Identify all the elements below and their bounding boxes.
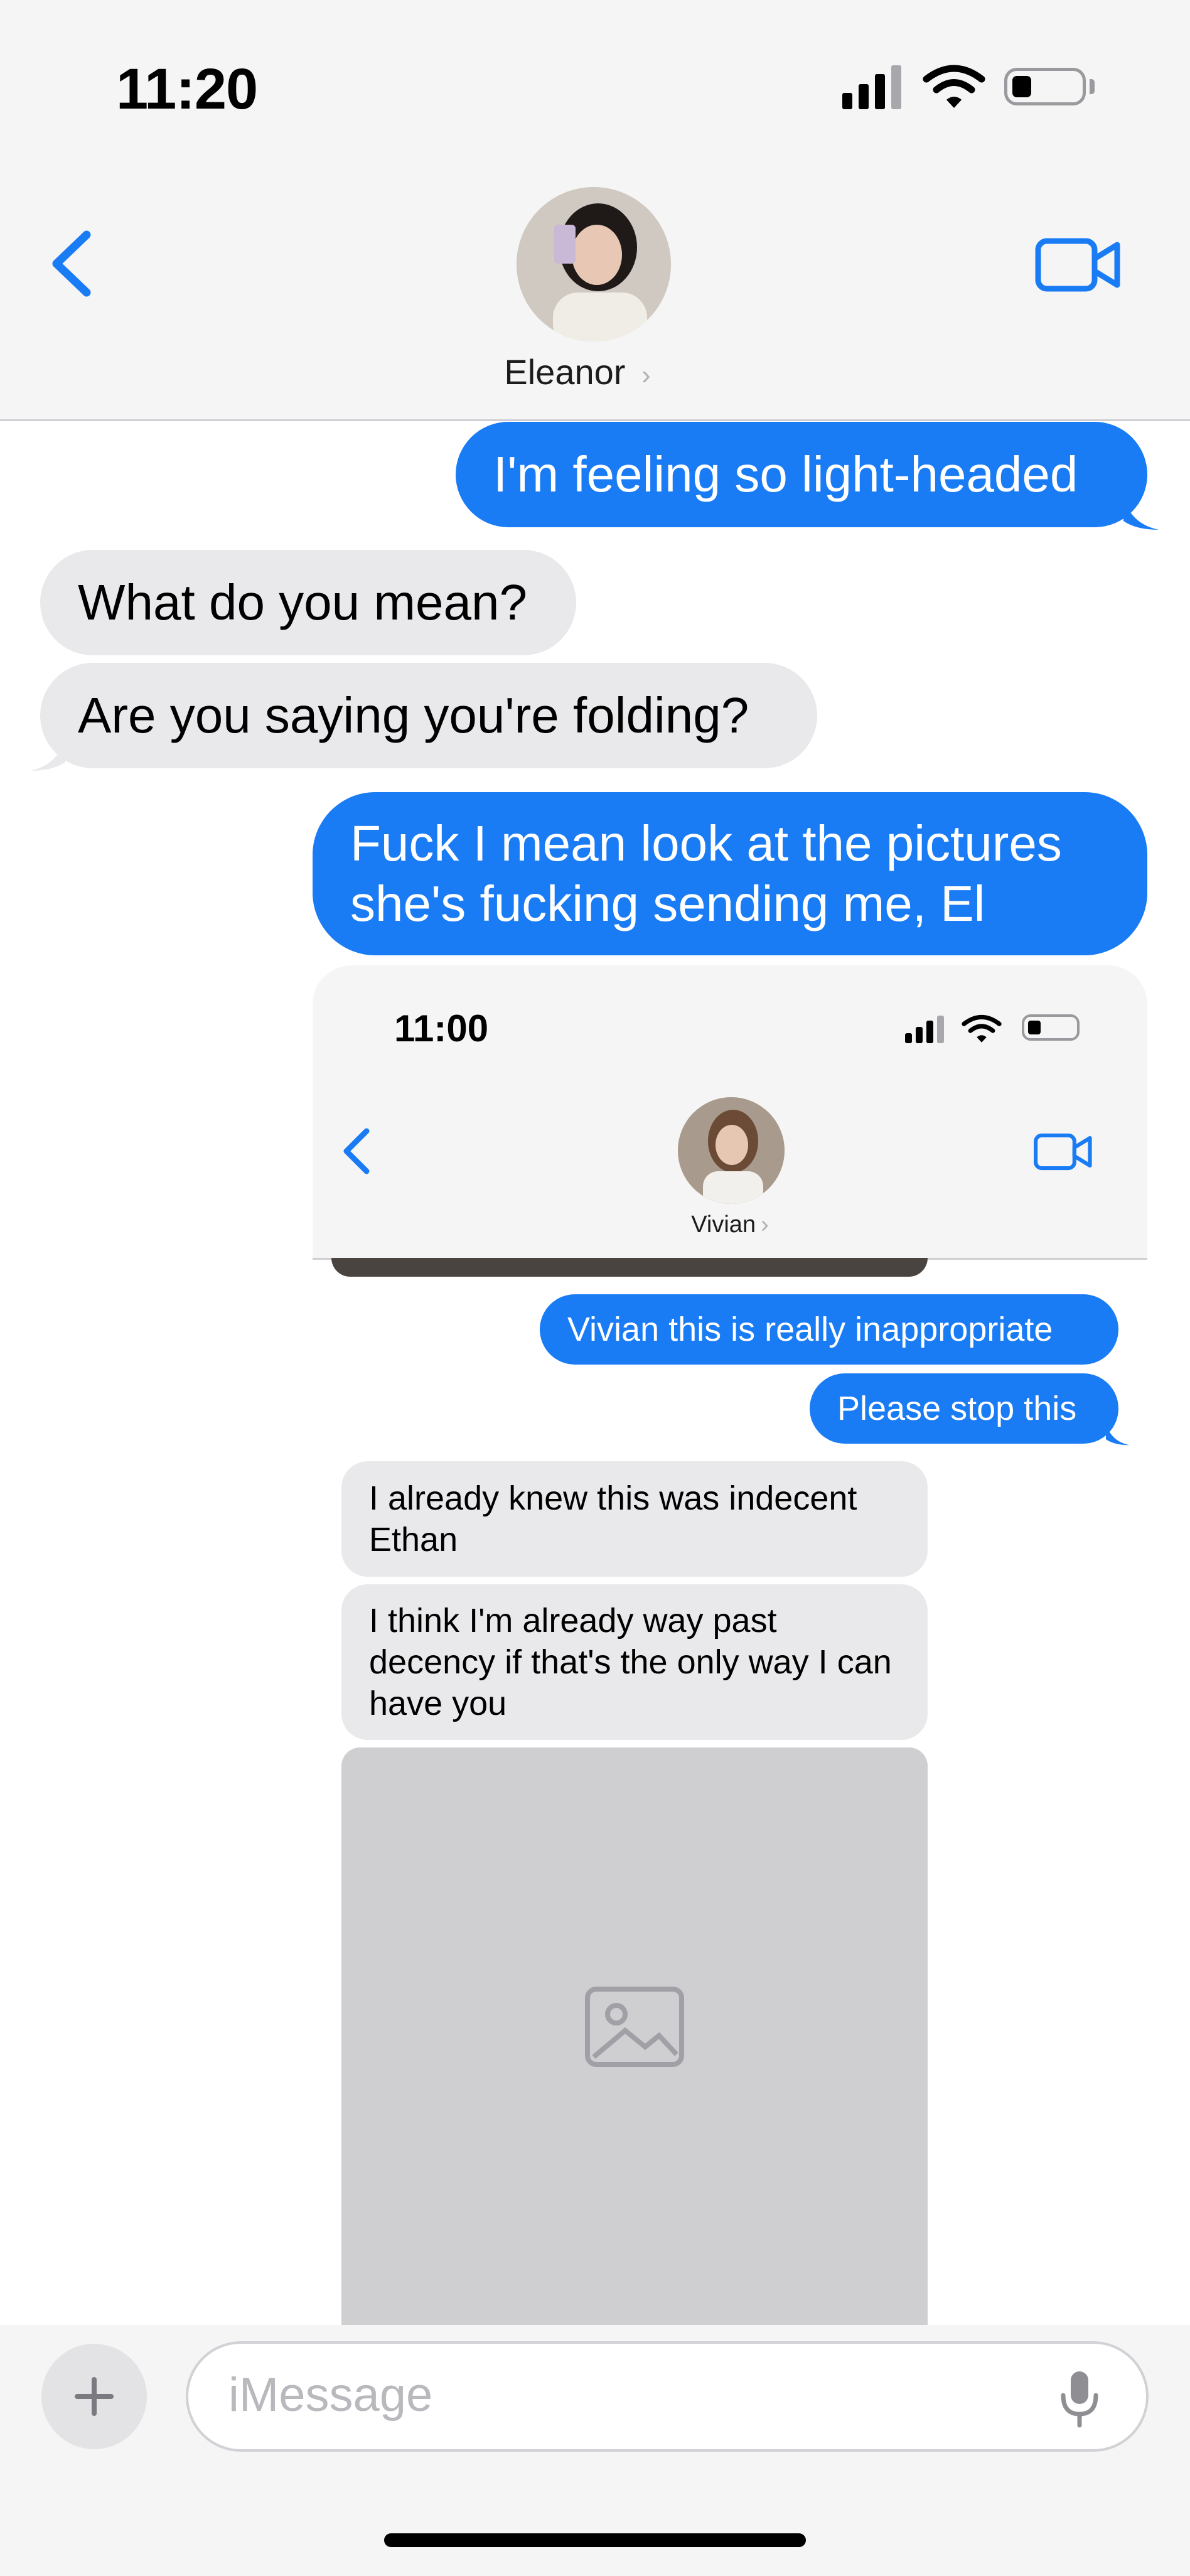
screenshot-status-time: 11:00 xyxy=(394,1007,489,1049)
home-indicator xyxy=(384,2533,806,2547)
contact-avatar[interactable] xyxy=(517,187,671,341)
incoming-message[interactable]: What do you mean? xyxy=(40,550,576,655)
bubble-tail xyxy=(1106,1422,1130,1446)
message-input[interactable] xyxy=(227,2344,983,2445)
contact-name: Eleanor xyxy=(504,352,626,392)
microphone-icon xyxy=(1061,2371,1098,2428)
chevron-left-icon xyxy=(52,230,91,297)
video-camera-icon xyxy=(1034,1133,1092,1171)
screenshot-outgoing-message: Please stop this xyxy=(810,1373,1118,1444)
message-field[interactable] xyxy=(186,2341,1149,2452)
battery-nub xyxy=(1090,79,1095,94)
outgoing-message[interactable]: I'm feeling so light-headed xyxy=(456,422,1147,527)
video-camera-icon xyxy=(1035,238,1120,292)
wifi-icon xyxy=(923,65,985,108)
chevron-left-icon xyxy=(343,1128,370,1174)
message-text: Fuck I mean look at the pictures she's f… xyxy=(350,815,1062,931)
shared-screenshot-image[interactable]: 11:00 Vivian › Vivian this is really inap… xyxy=(313,965,1147,2325)
screenshot-incoming-message: I already knew this was indecent Ethan xyxy=(341,1461,928,1577)
battery-icon xyxy=(1022,1014,1080,1041)
outgoing-message[interactable]: Fuck I mean look at the pictures she's f… xyxy=(313,792,1147,955)
cellular-signal-icon xyxy=(842,65,905,109)
message-text: I'm feeling so light-headed xyxy=(493,446,1078,502)
plus-icon xyxy=(75,2377,114,2416)
bubble-tail xyxy=(30,737,65,771)
incoming-message[interactable]: Are you saying you're folding? xyxy=(40,663,817,768)
message-text: Are you saying you're folding? xyxy=(78,687,749,743)
image-fragment xyxy=(331,1258,928,1277)
status-time: 11:20 xyxy=(116,57,258,121)
screenshot-incoming-message: I think I'm already way past decency if … xyxy=(341,1584,928,1740)
chevron-right-icon: › xyxy=(641,360,651,390)
apps-plus-button[interactable] xyxy=(41,2344,147,2449)
back-button[interactable] xyxy=(44,226,100,301)
dictation-button[interactable] xyxy=(1054,2368,1105,2430)
screenshot-contact-avatar xyxy=(678,1097,785,1204)
contact-name-button[interactable]: Eleanor › xyxy=(402,352,753,392)
wifi-icon xyxy=(962,1015,1002,1043)
battery-icon xyxy=(1004,68,1086,105)
screenshot-outgoing-message: Vivian this is really inappropriate xyxy=(540,1294,1118,1365)
cellular-signal-icon xyxy=(905,1016,945,1043)
screenshot-contact-name: Vivian › xyxy=(691,1211,769,1238)
video-call-button[interactable] xyxy=(1034,233,1122,296)
bubble-tail xyxy=(1123,496,1159,530)
shared-photo-placeholder xyxy=(341,1747,928,2325)
message-text: What do you mean? xyxy=(78,574,527,630)
